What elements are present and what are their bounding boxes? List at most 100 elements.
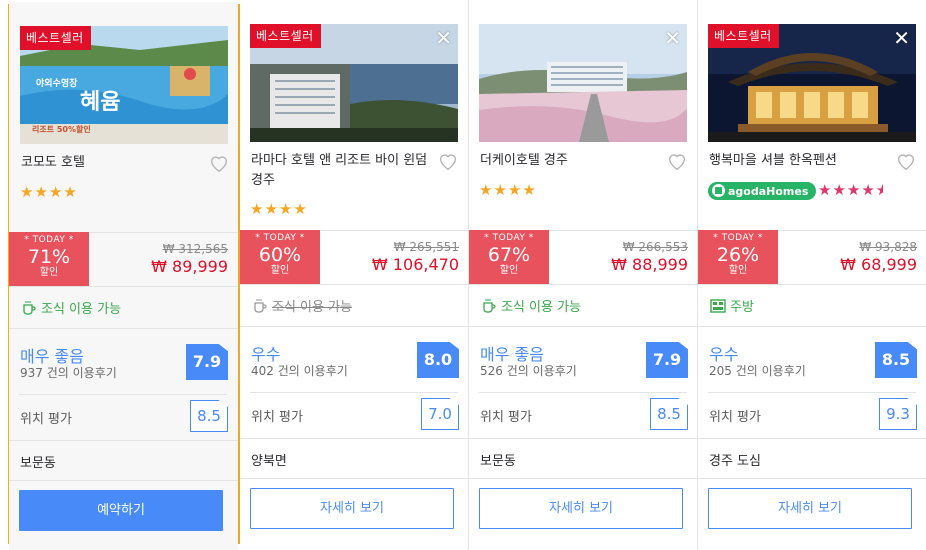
hotel-name[interactable]: 라마다 호텔 앤 리조트 바이 윈덤 경주 <box>251 151 431 191</box>
sale-price: ₩ 106,470 <box>371 255 459 274</box>
amenity-label: 조식 이용 가능 <box>501 300 582 315</box>
discount-percent: 60% <box>258 244 302 266</box>
heart-icon[interactable] <box>895 150 917 172</box>
review-count[interactable]: 937 건의 이용후기 <box>20 364 117 381</box>
bestseller-badge: 베스트셀러 <box>250 24 321 48</box>
amenity-label: 주방 <box>730 300 754 315</box>
review-count[interactable]: 205 건의 이용후기 <box>709 362 806 379</box>
hotel-photo[interactable]: 야외수영장 혜윰 리조트 50%할인 베스트셀러 <box>20 26 228 144</box>
photo-caption-sub: 리조트 50%할인 <box>32 125 91 134</box>
hotel-name[interactable]: 행복마을 셔블 한옥펜션 <box>709 151 889 171</box>
details-button[interactable]: 자세히 보기 <box>479 488 683 529</box>
book-button[interactable]: 예약하기 <box>19 490 223 531</box>
district-name: 양북면 <box>251 454 287 469</box>
location-score-badge: 8.5 <box>190 400 228 432</box>
divider <box>698 284 926 285</box>
star-rating: ★★★★ <box>20 183 78 201</box>
district-name: 경주 도심 <box>709 454 761 469</box>
divider <box>9 440 238 441</box>
coffee-cup-icon <box>483 298 496 313</box>
location-rating-label: 위치 평가 <box>251 410 303 425</box>
location-score-badge: 7.0 <box>421 398 459 430</box>
heart-icon[interactable] <box>666 150 688 172</box>
amenity-breakfast: 조식 이용 가능 <box>21 298 121 317</box>
photo-caption-main: 혜윰 <box>80 90 121 115</box>
amenity-label: 조식 이용 가능 <box>272 300 353 315</box>
divider <box>469 326 698 327</box>
discount-word: 할인 <box>728 265 748 276</box>
location-rating-label: 위치 평가 <box>20 412 72 427</box>
divider <box>698 478 926 479</box>
today-discount-badge: * TODAY * 26% 할인 <box>698 230 778 284</box>
hotel-card-2[interactable]: ✕ 더케이호텔 경주 ★★★★ * TODAY * 67% 할인 ₩ 266,5… <box>469 0 698 550</box>
discount-percent: 26% <box>716 244 760 266</box>
divider <box>9 328 238 329</box>
today-label: * TODAY * <box>713 233 763 243</box>
divider <box>708 392 916 393</box>
details-button[interactable]: 자세히 보기 <box>250 488 454 529</box>
sale-price: ₩ 89,999 <box>151 257 228 276</box>
today-label: * TODAY * <box>255 233 305 243</box>
review-score-badge: 7.9 <box>646 342 688 378</box>
original-price: ₩ 312,565 <box>162 242 228 256</box>
heart-icon[interactable] <box>437 150 459 172</box>
discount-percent: 67% <box>487 244 531 266</box>
star-rating: ★★★★ <box>250 200 308 218</box>
original-price: ₩ 93,828 <box>859 240 917 254</box>
divider <box>469 284 698 285</box>
original-price: ₩ 265,551 <box>393 240 459 254</box>
star-glyphs: ★★★★ <box>818 181 876 199</box>
star-rating: ★★★★ <box>479 181 537 199</box>
hotel-comparison-grid: 야외수영장 혜윰 리조트 50%할인 베스트셀러 코모도 호텔 ★★★★ * T… <box>0 0 926 550</box>
details-button[interactable]: 자세히 보기 <box>708 488 912 529</box>
location-rating-label: 위치 평가 <box>480 410 532 425</box>
review-count[interactable]: 402 건의 이용후기 <box>251 362 348 379</box>
divider <box>240 438 469 439</box>
district-name: 보문동 <box>480 454 516 469</box>
today-discount-badge: * TODAY * 67% 할인 <box>469 230 549 284</box>
bestseller-badge: 베스트셀러 <box>20 26 91 50</box>
house-icon <box>712 184 725 197</box>
agoda-homes-label: agodaHomes <box>728 185 809 198</box>
divider <box>469 438 698 439</box>
star-rating: ★★★★★ <box>818 181 883 199</box>
district-name: 보문동 <box>20 456 56 471</box>
today-label: * TODAY * <box>484 233 534 243</box>
close-icon[interactable]: ✕ <box>664 28 681 48</box>
today-discount-badge: * TODAY * 60% 할인 <box>240 230 320 284</box>
hotel-card-1[interactable]: 베스트셀러 ✕ 라마다 호텔 앤 리조트 바이 윈덤 경주 ★★★★ * TOD… <box>240 0 469 550</box>
heart-icon[interactable] <box>208 152 230 174</box>
original-price: ₩ 266,553 <box>622 240 688 254</box>
today-label: * TODAY * <box>24 235 74 245</box>
sale-price: ₩ 68,999 <box>840 255 917 274</box>
review-score-badge: 8.0 <box>417 342 459 378</box>
location-rating-label: 위치 평가 <box>709 410 761 425</box>
hotel-card-0[interactable]: 야외수영장 혜윰 리조트 50%할인 베스트셀러 코모도 호텔 ★★★★ * T… <box>8 2 240 550</box>
amenity-kitchen: 주방 <box>710 296 754 315</box>
divider <box>240 326 469 327</box>
discount-word: 할인 <box>270 265 290 276</box>
photo-caption-top: 야외수영장 <box>36 79 78 89</box>
review-score-badge: 7.9 <box>186 344 228 380</box>
sale-price: ₩ 88,999 <box>611 255 688 274</box>
close-icon[interactable]: ✕ <box>435 28 452 48</box>
hotel-photo[interactable]: 베스트셀러 ✕ <box>250 24 458 142</box>
hotel-card-3[interactable]: 베스트셀러 ✕ 행복마을 셔블 한옥펜션 agodaHomes ★★★★★ * … <box>698 0 926 550</box>
divider <box>469 478 698 479</box>
divider <box>698 326 926 327</box>
discount-word: 할인 <box>499 265 519 276</box>
half-star-icon: ★ <box>876 181 883 199</box>
bestseller-badge: 베스트셀러 <box>708 24 779 48</box>
divider <box>9 286 238 287</box>
hotel-name[interactable]: 코모도 호텔 <box>21 153 201 173</box>
hotel-photo[interactable]: 베스트셀러 ✕ <box>708 24 916 142</box>
hotel-photo[interactable]: ✕ <box>479 24 687 142</box>
review-score-badge: 8.5 <box>875 342 917 378</box>
kitchen-icon <box>710 298 726 313</box>
review-count[interactable]: 526 건의 이용후기 <box>480 362 577 379</box>
amenity-label: 조식 이용 가능 <box>41 302 122 317</box>
hotel-name[interactable]: 더케이호텔 경주 <box>480 151 660 171</box>
close-icon[interactable]: ✕ <box>893 28 910 48</box>
discount-percent: 71% <box>27 246 71 268</box>
divider <box>9 480 238 481</box>
